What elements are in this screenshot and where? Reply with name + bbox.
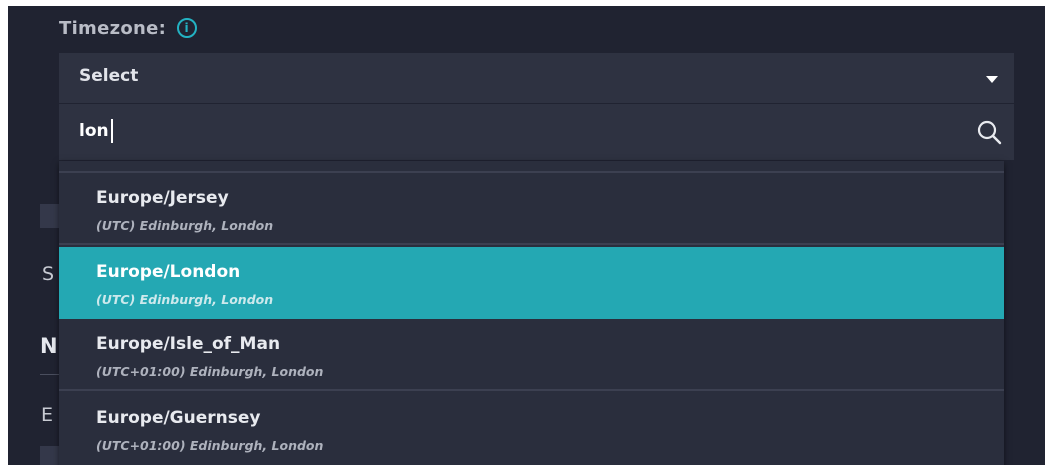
search-icon[interactable] bbox=[976, 119, 1002, 145]
text-cursor bbox=[111, 119, 113, 143]
option-europe-isle-of-man[interactable]: Europe/Isle_of_Man (UTC+01:00) Edinburgh… bbox=[59, 319, 1004, 391]
background-label: S bbox=[42, 263, 55, 285]
background-input bbox=[40, 204, 60, 228]
background-heading: N bbox=[40, 334, 58, 358]
option-offset: (UTC) Edinburgh, London bbox=[96, 292, 274, 307]
timezone-search-box bbox=[59, 104, 1014, 160]
option-title: Europe/Jersey bbox=[96, 188, 229, 208]
timezone-select[interactable]: Select bbox=[59, 53, 1014, 103]
background-divider bbox=[40, 374, 60, 375]
timezone-label-text: Timezone: bbox=[59, 18, 167, 39]
select-value: Select bbox=[79, 66, 139, 86]
option-offset: (UTC) Edinburgh, London bbox=[96, 218, 274, 233]
option-title: Europe/London bbox=[96, 262, 241, 282]
option-title: Europe/Isle_of_Man bbox=[96, 334, 281, 354]
background-label: E bbox=[41, 404, 54, 426]
search-input[interactable] bbox=[79, 118, 939, 144]
background-input bbox=[40, 446, 60, 465]
info-icon[interactable]: i bbox=[176, 18, 197, 38]
option-europe-guernsey[interactable]: Europe/Guernsey (UTC+01:00) Edinburgh, L… bbox=[59, 393, 1004, 465]
settings-panel: Timezone: i Select S N E Europe/Jersey (… bbox=[8, 6, 1045, 465]
option-offset: (UTC+01:00) Edinburgh, London bbox=[96, 438, 324, 453]
option-title: Europe/Guernsey bbox=[96, 408, 261, 428]
option-europe-jersey[interactable]: Europe/Jersey (UTC) Edinburgh, London bbox=[59, 173, 1004, 245]
chevron-down-icon bbox=[986, 76, 998, 83]
timezone-label: Timezone: i bbox=[59, 18, 197, 39]
option-offset: (UTC+01:00) Edinburgh, London bbox=[96, 364, 324, 379]
timezone-options-list: Europe/Jersey (UTC) Edinburgh, London Eu… bbox=[59, 161, 1004, 465]
option-europe-london[interactable]: Europe/London (UTC) Edinburgh, London bbox=[59, 247, 1004, 319]
